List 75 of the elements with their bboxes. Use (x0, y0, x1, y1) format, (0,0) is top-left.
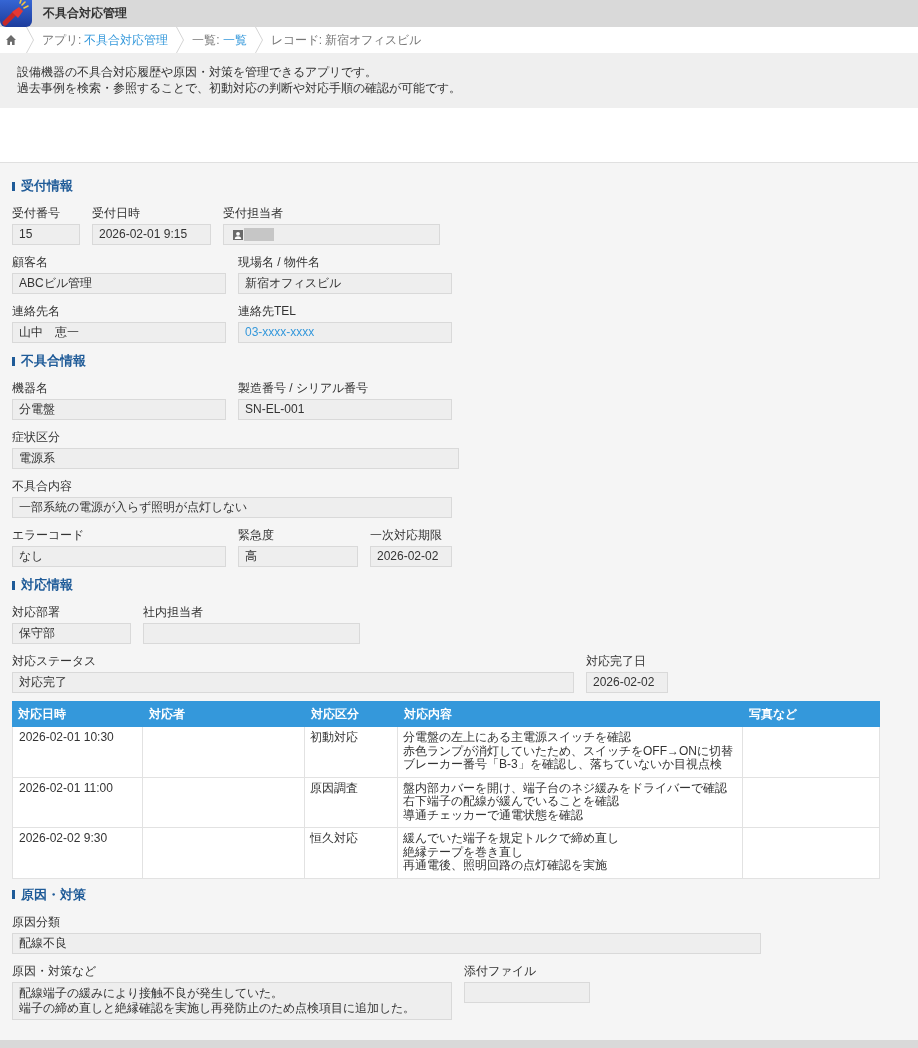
field-label: 受付担当者 (223, 206, 284, 221)
field-label: 顧客名 (12, 255, 49, 270)
field-label: 添付ファイル (464, 963, 537, 979)
chevron-icon (26, 27, 34, 53)
field-value: 一部系統の電源が入らず照明が点灯しない (12, 497, 452, 518)
field-value: 2026-02-02 (586, 672, 668, 693)
field-label: 社内担当者 (143, 605, 204, 620)
breadcrumb-label: レコード: (270, 31, 323, 49)
description-text: 過去事例を検索・参照することで、初動対応の判断や対応手順の確認が可能です。 (17, 80, 462, 96)
field-label: 一次対応期限 (370, 528, 443, 543)
field-value: 2026-02-02 (370, 546, 452, 567)
field-label: 原因・対策など (12, 963, 97, 979)
breadcrumb-text: 新宿オフィスビル (325, 31, 422, 49)
field-label: 連絡先TEL (238, 304, 297, 319)
flashlight-icon[interactable] (0, 0, 32, 27)
field-value: 配線不良 (12, 932, 761, 954)
section-marker-icon (12, 181, 15, 191)
home-icon[interactable] (6, 35, 16, 45)
section-marker-icon (12, 580, 15, 590)
field-value: ABCビル管理 (12, 273, 226, 294)
field-label: 現場名 / 物件名 (238, 255, 321, 270)
field-label: 対応完了日 (586, 654, 647, 669)
field-label: 対応ステータス (12, 654, 97, 669)
section-marker-icon (12, 356, 15, 366)
column-header: 対応日時 (12, 701, 143, 727)
table-cell: 原因調査 (305, 777, 398, 828)
table-cell: 緩んでいた端子を規定トルクで締め直し 絶縁テープを巻き直し 再通電後、照明回路の点灯確認を実施 (398, 828, 743, 879)
user-icon (233, 229, 243, 240)
field-value: 保守部 (12, 623, 131, 644)
field-label: 機器名 (12, 381, 49, 396)
field-value: 15 (12, 224, 80, 245)
field-value: 分電盤 (12, 399, 226, 420)
breadcrumb-label: アプリ: (42, 31, 82, 49)
table-cell: 盤内部カバーを開け、端子台のネジ緩みをドライバーで確認 右下端子の配線が緩んでいることを確認 導通チェッカーで通電状態を確認 (398, 777, 743, 828)
field-value: 高 (238, 546, 358, 567)
column-header: 写真など (743, 701, 880, 727)
field-label: 原因分類 (12, 914, 61, 930)
phone-link[interactable]: 03-xxxx-xxxx (245, 325, 315, 339)
table-cell: 分電盤の左上にある主電源スイッチを確認 赤色ランプが消灯していたため、スイッチをOFF→ONに切替 ブレーカー番号「B-3」を確認し、落ちていないか目視点検 (398, 727, 743, 778)
field-label: 緊急度 (238, 528, 275, 543)
field-value: 電源系 (12, 448, 459, 469)
section-title: 原因・対策 (21, 885, 86, 904)
table-cell: 2026-02-01 11:00 (12, 777, 143, 828)
field-label: 受付番号 (12, 206, 61, 221)
field-value: 対応完了 (12, 672, 574, 693)
breadcrumb-link[interactable]: 不具合対応管理 (84, 31, 169, 49)
section-title: 不具合情報 (21, 352, 86, 370)
field-label: エラーコード (12, 528, 85, 543)
field-label: 対応部署 (12, 605, 61, 620)
field-label: 製造番号 / シリアル番号 (238, 381, 369, 396)
table-cell: 2026-02-01 10:30 (12, 727, 143, 778)
field-value: なし (12, 546, 226, 567)
field-label: 連絡先名 (12, 304, 61, 319)
field-value: 2026-02-01 9:15 (92, 224, 211, 245)
field-label: 症状区分 (12, 430, 61, 445)
table-cell: 2026-02-02 9:30 (12, 828, 143, 879)
table-cell: 初動対応 (305, 727, 398, 778)
section-marker-icon (12, 890, 15, 899)
table-cell: 恒久対応 (305, 828, 398, 879)
field-label: 受付日時 (92, 206, 141, 221)
field-value: 山中 恵一 (12, 322, 226, 343)
column-header: 対応内容 (398, 701, 743, 727)
field-value: SN-EL-001 (238, 399, 452, 420)
description-text: 設備機器の不具合対応履歴や原因・対策を管理できるアプリです。 (17, 64, 378, 80)
app-title: 不具合対応管理 (43, 5, 127, 22)
field-label: 不具合内容 (12, 479, 73, 494)
field-value: 新宿オフィスビル (238, 273, 452, 294)
section-title: 受付情報 (21, 177, 73, 195)
column-header: 対応区分 (305, 701, 398, 727)
field-value: 配線端子の緩みにより接触不良が発生していた。 端子の締め直しと絶縁確認を実施し再発防止のため点検項目に追加した。 (12, 981, 452, 1020)
breadcrumb-label: 一覧: (192, 31, 220, 49)
blurred-name-block (244, 228, 274, 241)
section-title: 対応情報 (21, 576, 73, 594)
breadcrumb-link[interactable]: 一覧 (222, 31, 247, 49)
column-header: 対応者 (143, 701, 305, 727)
